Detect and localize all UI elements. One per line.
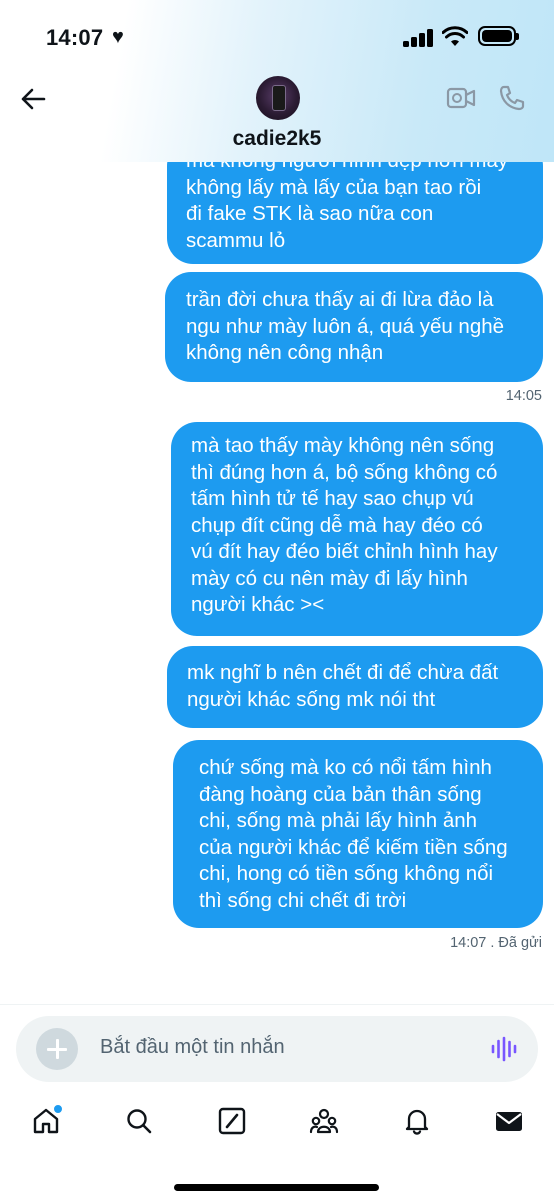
- grok-icon[interactable]: [217, 1106, 247, 1136]
- video-call-icon[interactable]: [446, 86, 476, 110]
- message-timestamp: 14:05: [505, 388, 542, 404]
- message-bubble[interactable]: chứ sống mà ko có nổi tấm hình đàng hoàn…: [173, 740, 543, 928]
- conversation-header: cadie2k5: [0, 74, 554, 162]
- battery-icon: [478, 26, 519, 46]
- home-indicator[interactable]: [174, 1184, 379, 1191]
- envelope-icon[interactable]: [494, 1106, 524, 1136]
- message-bubble[interactable]: mà không người hình đẹp hơn mày không lấ…: [167, 162, 543, 264]
- signal-icon: [403, 29, 435, 47]
- bottom-tab-bar: [0, 1100, 554, 1150]
- bell-icon[interactable]: [402, 1106, 432, 1136]
- message-bubble[interactable]: trần đời chưa thấy ai đi lừa đảo là ngu …: [165, 272, 543, 382]
- voice-waveform-icon[interactable]: [490, 1036, 518, 1062]
- composer-divider: [0, 1004, 554, 1005]
- plus-icon[interactable]: [36, 1028, 78, 1070]
- conversation-username[interactable]: cadie2k5: [0, 127, 554, 151]
- status-bar: 14:07 ♥: [0, 0, 554, 74]
- message-thread[interactable]: mà không người hình đẹp hơn mày không lấ…: [0, 162, 554, 1004]
- heart-icon: ♥: [112, 26, 124, 48]
- message-timestamp: 14:07 . Đã gửi: [450, 935, 542, 951]
- message-composer[interactable]: Bắt đầu một tin nhắn: [16, 1016, 538, 1082]
- avatar[interactable]: [256, 76, 300, 120]
- phone-call-icon[interactable]: [498, 84, 526, 112]
- message-bubble[interactable]: mk nghĩ b nên chết đi để chừa đất người …: [167, 646, 543, 728]
- message-bubble[interactable]: mà tao thấy mày không nên sống thì đúng …: [171, 422, 543, 636]
- search-icon[interactable]: [124, 1106, 154, 1136]
- status-time: 14:07: [46, 25, 104, 50]
- arrow-left-icon[interactable]: [20, 86, 46, 112]
- message-input[interactable]: Bắt đầu một tin nhắn: [100, 1036, 285, 1059]
- wifi-icon: [442, 26, 468, 46]
- home-notification-dot: [53, 1104, 63, 1114]
- communities-icon[interactable]: [309, 1106, 339, 1136]
